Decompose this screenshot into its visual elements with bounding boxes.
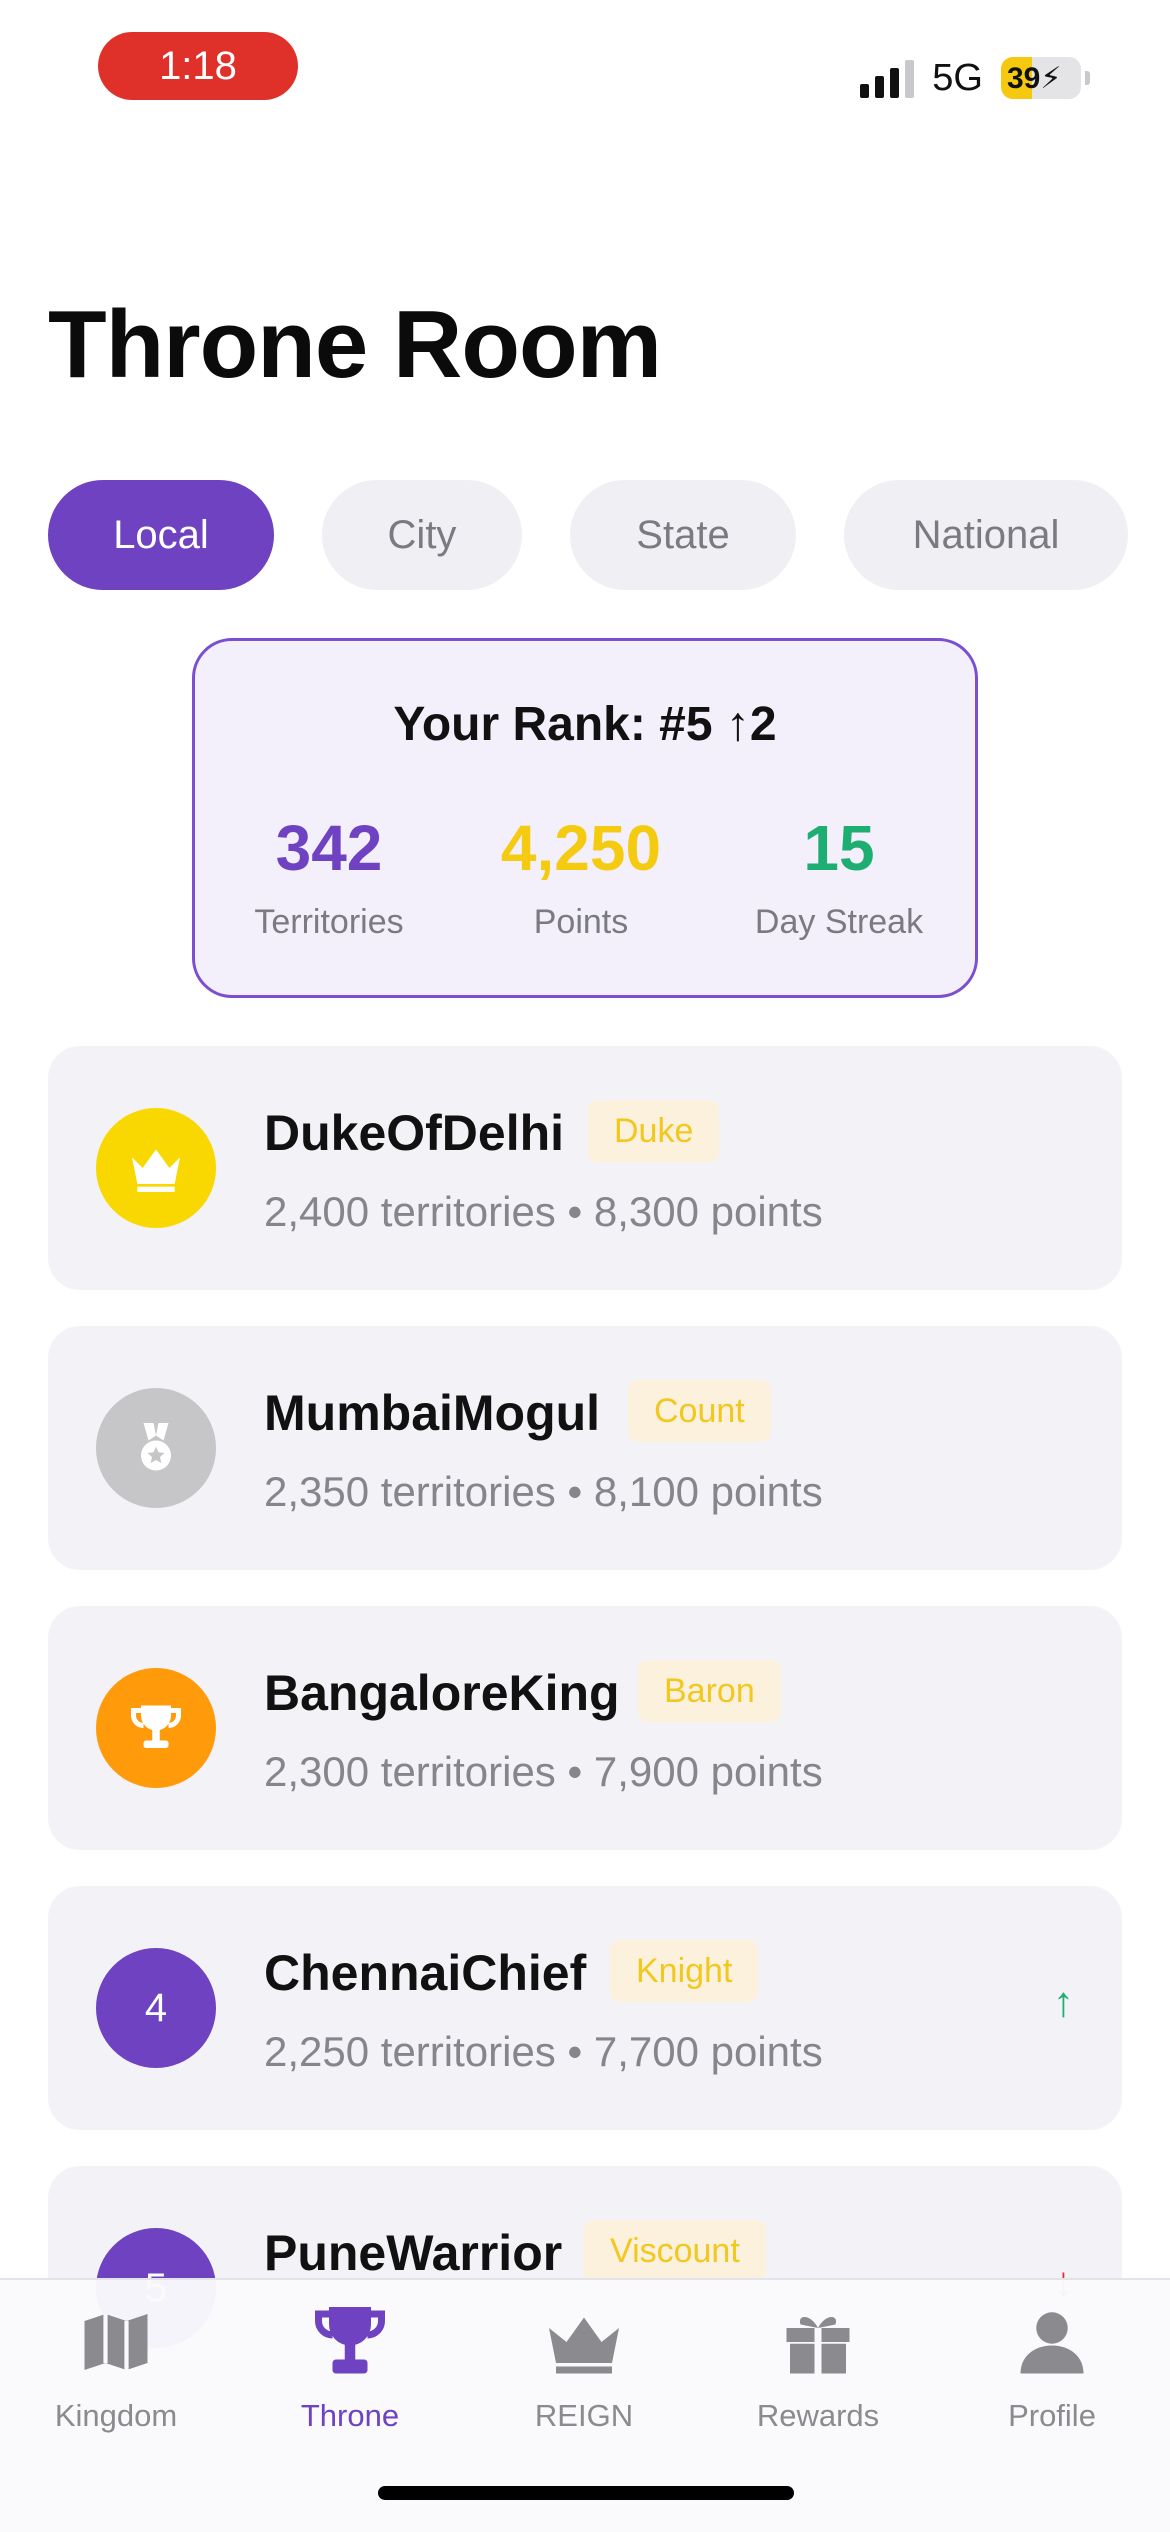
player-name: MumbaiMogul <box>264 1385 601 1441</box>
nav-label: Kingdom <box>54 2398 178 2433</box>
leaderboard-row[interactable]: MumbaiMogul Count 2,350 territories • 8,… <box>48 1326 1122 1570</box>
page-title: Throne Room <box>48 291 662 398</box>
nav-reign[interactable]: REIGN <box>484 2300 684 2434</box>
battery-icon: 39⚡ <box>1001 57 1081 99</box>
home-indicator[interactable] <box>378 2486 794 2500</box>
player-stats: 2,350 territories • 8,100 points <box>264 1468 823 1515</box>
player-name: PuneWarrior <box>264 2225 563 2281</box>
medal-icon <box>96 1388 216 1508</box>
tab-state[interactable]: State <box>570 480 796 590</box>
scope-tabs: Local City State National <box>0 480 1170 590</box>
map-icon <box>84 2314 148 2370</box>
trophy-icon <box>96 1668 216 1788</box>
player-stats: 2,300 territories • 7,900 points <box>264 1748 823 1795</box>
player-name: ChennaiChief <box>264 1945 587 2001</box>
title-badge: Baron <box>638 1660 781 1722</box>
player-stats: 2,400 territories • 8,300 points <box>264 1188 823 1235</box>
person-icon <box>1020 2312 1084 2374</box>
gift-icon <box>786 2317 850 2374</box>
trophy-icon <box>315 2307 385 2374</box>
title-badge: Count <box>628 1380 771 1442</box>
nav-throne[interactable]: Throne <box>250 2300 450 2434</box>
leaderboard-row[interactable]: 4 ChennaiChief Knight 2,250 territories … <box>48 1886 1122 2130</box>
stat-territories: 342 Territories <box>199 811 459 942</box>
stat-value: 342 <box>275 812 383 884</box>
player-stats: 2,250 territories • 7,700 points <box>264 2028 823 2075</box>
nav-label: Rewards <box>756 2398 880 2433</box>
nav-kingdom[interactable]: Kingdom <box>16 2300 216 2434</box>
stat-value: 15 <box>803 812 875 884</box>
nav-label: REIGN <box>534 2398 634 2433</box>
crown-icon <box>549 2317 619 2374</box>
title-badge: Viscount <box>584 2220 766 2282</box>
your-rank-card: Your Rank: #5 ↑2 342 Territories 4,250 P… <box>192 638 978 998</box>
leaderboard-row[interactable]: BangaloreKing Baron 2,300 territories • … <box>48 1606 1122 1850</box>
stat-label: Day Streak <box>754 903 924 941</box>
player-name: BangaloreKing <box>264 1665 620 1721</box>
title-badge: Duke <box>588 1100 720 1162</box>
nav-profile[interactable]: Profile <box>952 2300 1152 2434</box>
leaderboard-row[interactable]: DukeOfDelhi Duke 2,400 territories • 8,3… <box>48 1046 1122 1290</box>
player-name: DukeOfDelhi <box>264 1105 565 1161</box>
stat-label: Points <box>533 903 629 941</box>
rank-number: 4 <box>96 1948 216 2068</box>
nav-label: Profile <box>1008 2398 1096 2433</box>
stat-value: 4,250 <box>500 812 662 884</box>
status-time: 1:18 <box>98 32 298 100</box>
battery-tip <box>1085 71 1090 85</box>
tab-city[interactable]: City <box>322 480 522 590</box>
trend-up-icon: ↑ <box>1053 1978 1074 2025</box>
status-indicators: 5G 39⚡ <box>860 52 1090 104</box>
battery-level: 39⚡ <box>1007 61 1062 95</box>
title-badge: Knight <box>610 1940 759 2002</box>
nav-rewards[interactable]: Rewards <box>718 2300 918 2434</box>
signal-icon <box>860 58 915 98</box>
stat-day-streak: 15 Day Streak <box>709 811 969 942</box>
tab-national[interactable]: National <box>844 480 1128 590</box>
tab-local[interactable]: Local <box>48 480 274 590</box>
stat-label: Territories <box>254 903 404 941</box>
nav-label: Throne <box>300 2398 400 2433</box>
network-type: 5G <box>932 56 983 99</box>
your-rank-title: Your Rank: #5 ↑2 <box>393 698 777 751</box>
stat-points: 4,250 Points <box>451 811 711 942</box>
throne-room-screen: 1:18 5G 39⚡ Throne Room Local City State… <box>0 0 1170 2532</box>
crown-icon <box>96 1108 216 1228</box>
